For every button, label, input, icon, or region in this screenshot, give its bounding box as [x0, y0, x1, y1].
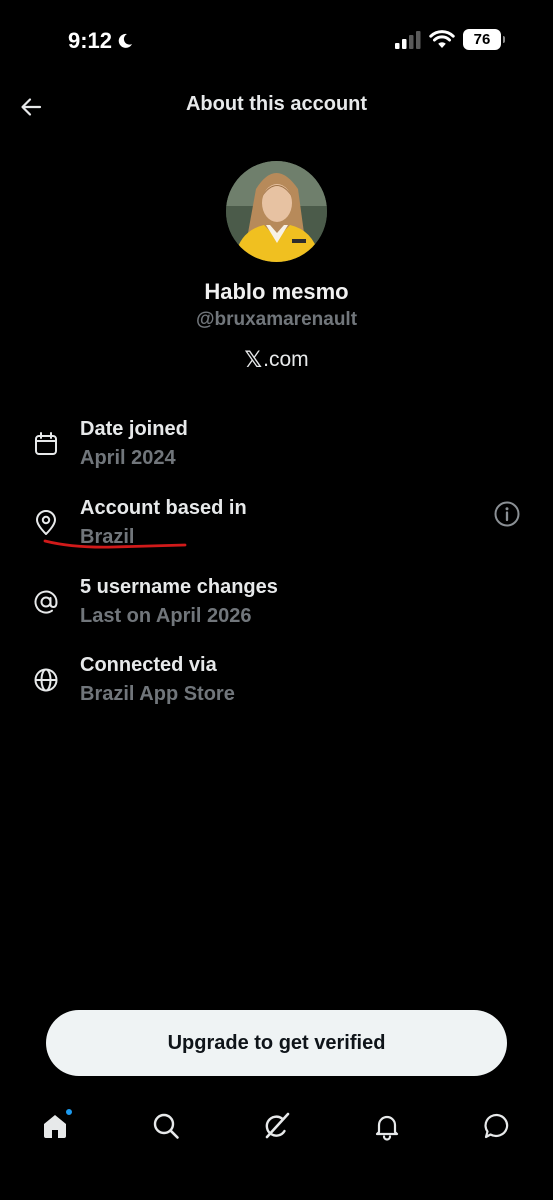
bottom-tab-bar: [0, 1090, 553, 1162]
username-handle: @bruxamarenault: [195, 309, 358, 330]
info-value: Brazil App Store: [80, 683, 235, 705]
home-icon: [44, 1115, 66, 1138]
website-suffix: .com: [263, 348, 309, 371]
x-logo-text: 𝕏: [244, 347, 263, 372]
avatar-photo: [226, 161, 327, 262]
display-name: Hablo mesmo: [204, 279, 349, 304]
info-value: Last on April 2026: [80, 605, 252, 627]
info-button[interactable]: [492, 499, 522, 529]
bell-icon: [375, 1115, 399, 1141]
info-circle-icon: [494, 501, 520, 527]
tab-grok[interactable]: [257, 1106, 297, 1146]
info-label: 5 username changes: [80, 576, 278, 598]
calendar-icon: [35, 432, 57, 455]
tab-notifications[interactable]: [367, 1106, 407, 1146]
notification-dot: [65, 1108, 73, 1116]
clock-text: 9:12: [68, 28, 113, 53]
avatar: [226, 161, 327, 262]
info-label: Account based in: [80, 497, 247, 519]
info-row-username-changes: 5 username changes Last on April 2026: [0, 576, 553, 640]
upgrade-to-verified-button[interactable]: Upgrade to get verified: [46, 1010, 507, 1076]
info-row-date-joined: Date joined April 2024: [0, 418, 553, 482]
website-link[interactable]: 𝕏 .com: [0, 347, 553, 373]
status-time: 9:12: [68, 28, 134, 54]
tab-messages[interactable]: [477, 1106, 517, 1146]
battery-level: 76: [473, 31, 491, 48]
header: About this account: [0, 80, 553, 132]
status-bar: 9:12 76: [0, 0, 553, 80]
at-sign-icon: [34, 590, 58, 614]
red-underline-annotation: [43, 539, 187, 549]
messages-icon: [484, 1113, 509, 1139]
grok-icon: [265, 1112, 290, 1139]
page-title: About this account: [185, 93, 368, 115]
location-pin-icon: [36, 510, 56, 535]
info-label: Connected via: [80, 654, 217, 676]
tab-home[interactable]: [35, 1106, 75, 1146]
info-label: Date joined: [80, 418, 188, 440]
status-indicators: 76: [395, 29, 505, 50]
cellular-signal-icon: [395, 30, 421, 49]
search-icon: [153, 1113, 179, 1139]
battery-icon: 76: [463, 29, 505, 50]
moon-icon: [118, 33, 133, 48]
info-row-connected-via: Connected via Brazil App Store: [0, 654, 553, 718]
tab-search[interactable]: [146, 1106, 186, 1146]
info-value: April 2024: [80, 447, 176, 469]
globe-icon: [34, 668, 58, 692]
wifi-icon: [429, 30, 455, 48]
info-row-account-location: Account based in Brazil: [0, 497, 553, 561]
